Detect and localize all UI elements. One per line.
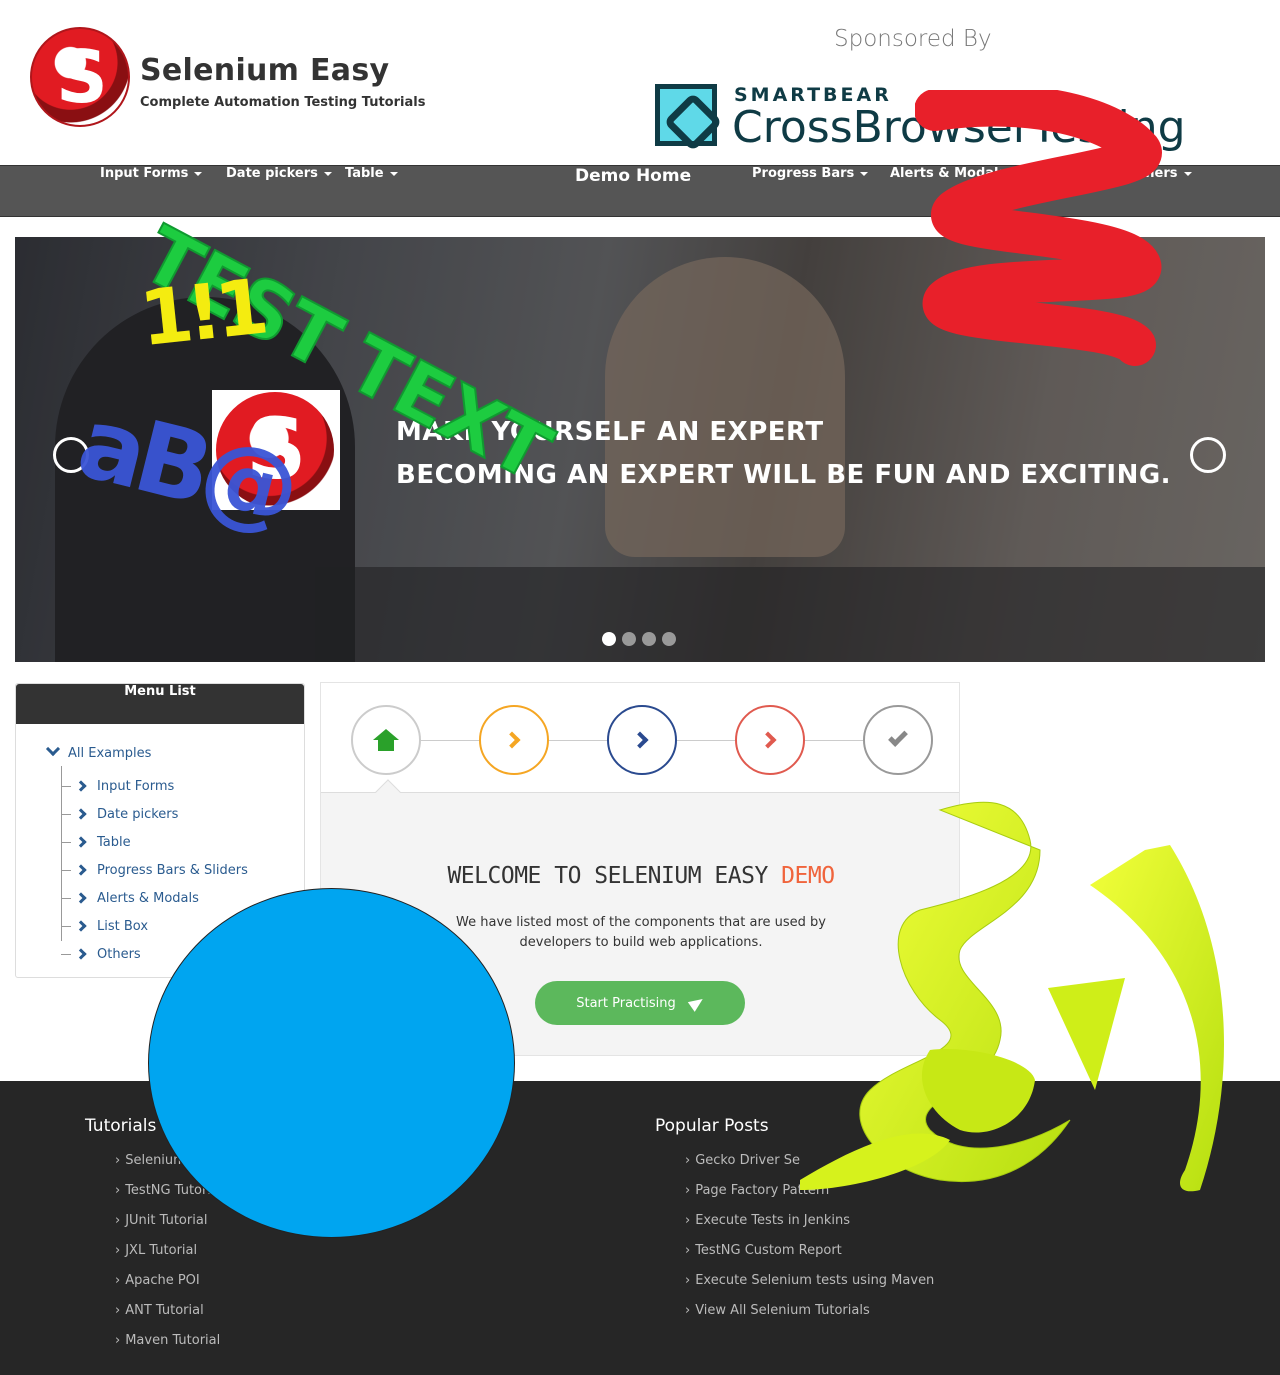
tree-item-table[interactable]: Table (61, 828, 248, 856)
footer-link[interactable]: JXL Tutorial (115, 1243, 223, 1273)
caret-down-icon (1183, 171, 1192, 176)
footer-link[interactable]: JUnit Tutorial (115, 1213, 223, 1243)
footer-popular-posts-title: Popular Posts (655, 1116, 769, 1136)
tree-item-alerts-modals[interactable]: Alerts & Modals (61, 884, 248, 912)
chevron-right-icon (75, 892, 87, 904)
check-icon (888, 727, 908, 747)
red-scribble-overlay (915, 90, 1162, 366)
chevron-right-icon (75, 920, 87, 932)
yellow-text-overlay: 1!1 (135, 261, 267, 364)
logo-title: Selenium Easy (140, 53, 390, 88)
wizard-step-4[interactable] (735, 705, 805, 775)
footer-tutorials-title: Tutorials (85, 1116, 157, 1136)
chevron-right-icon (75, 864, 87, 876)
sponsored-by-label: Sponsored By (834, 26, 992, 52)
wizard-step-3[interactable] (607, 705, 677, 775)
welcome-description: We have listed most of the components th… (456, 915, 826, 950)
selenium-easy-logo-icon (30, 27, 130, 127)
smartbear-logo-icon[interactable] (655, 84, 717, 146)
menu-list-title: Menu List (16, 684, 304, 724)
caret-down-icon (860, 171, 869, 176)
wizard-step-2[interactable] (479, 705, 549, 775)
caret-down-icon (194, 171, 203, 176)
start-practising-button[interactable]: Start Practising (535, 981, 745, 1025)
nav-demo-home[interactable]: Demo Home (575, 166, 691, 216)
wizard-step-home[interactable] (351, 705, 421, 775)
logo-subtitle: Complete Automation Testing Tutorials (140, 95, 426, 110)
carousel-indicator-3[interactable] (642, 632, 656, 646)
tree-item-input-forms[interactable]: Input Forms (61, 772, 248, 800)
chevron-right-icon (503, 731, 520, 749)
green-3d-shape-overlay (800, 801, 1224, 1192)
tree-item-date-pickers[interactable]: Date pickers (61, 800, 248, 828)
chevron-down-icon (45, 741, 61, 757)
carousel-indicators (602, 632, 676, 646)
site-logo[interactable]: Selenium Easy Complete Automation Testin… (30, 27, 430, 127)
tree-item-progress-bars[interactable]: Progress Bars & Sliders (61, 856, 248, 884)
chevron-right-icon (75, 948, 87, 960)
nav-table[interactable]: Table (345, 166, 398, 216)
paper-plane-icon (687, 994, 706, 1012)
chevron-right-icon (75, 780, 87, 792)
nav-input-forms[interactable]: Input Forms (100, 166, 203, 216)
wizard-step-done[interactable] (863, 705, 933, 775)
nav-progress-bars[interactable]: Progress Bars (752, 166, 869, 216)
caret-down-icon (389, 171, 398, 176)
footer-link[interactable]: Apache POI (115, 1273, 223, 1303)
carousel-indicator-2[interactable] (622, 632, 636, 646)
chevron-right-icon (631, 731, 648, 749)
nav-date-pickers[interactable]: Date pickers (226, 166, 332, 216)
carousel-indicator-4[interactable] (662, 632, 676, 646)
carousel-indicator-1[interactable] (602, 632, 616, 646)
chevron-right-icon (75, 836, 87, 848)
footer-link[interactable]: ANT Tutorial (115, 1303, 223, 1333)
chevron-right-icon (759, 731, 776, 749)
wizard-steps (321, 683, 959, 793)
carousel-next-icon[interactable] (1190, 437, 1226, 473)
footer-link[interactable]: TestNG Custom Report (685, 1243, 934, 1273)
blue-circle-overlay (148, 888, 515, 1238)
footer-link[interactable]: Execute Selenium tests using Maven (685, 1273, 934, 1303)
footer-link[interactable]: View All Selenium Tutorials (685, 1303, 934, 1333)
caret-down-icon (323, 171, 332, 176)
chevron-right-icon (75, 808, 87, 820)
footer-link[interactable]: Maven Tutorial (115, 1333, 223, 1363)
tree-all-examples[interactable]: All Examples (44, 741, 248, 764)
home-icon (373, 728, 399, 751)
